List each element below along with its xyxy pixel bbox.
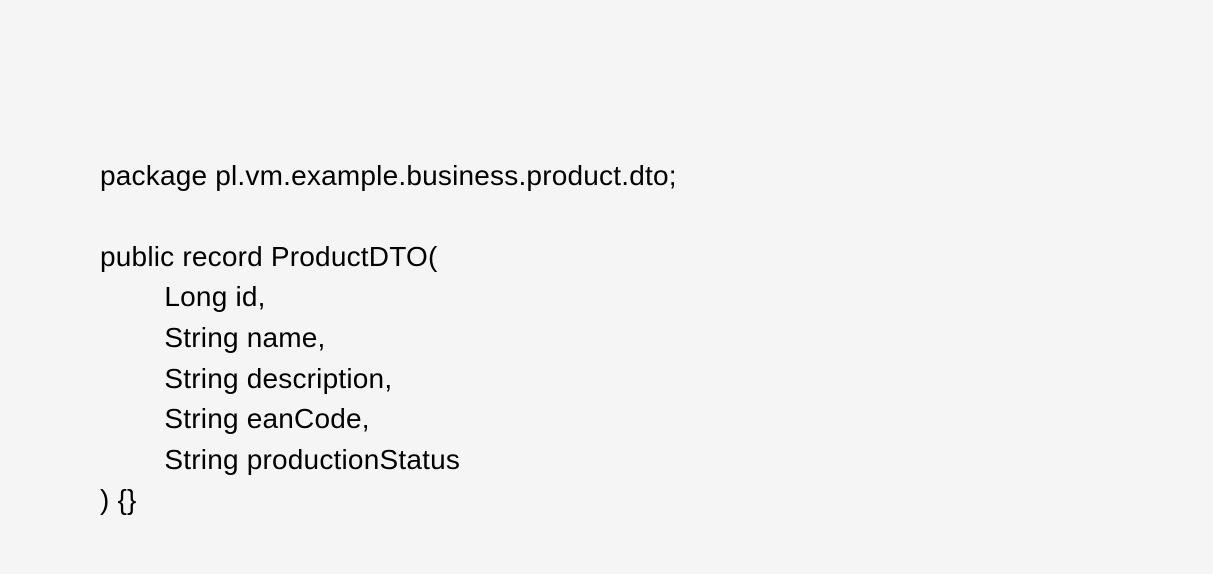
- code-line-6: String description,: [164, 363, 392, 394]
- code-line-1: package pl.vm.example.business.product.d…: [100, 160, 677, 191]
- code-line-3: public record ProductDTO(: [100, 241, 438, 272]
- code-line-8: String productionStatus: [164, 444, 460, 475]
- code-line-9: ) {}: [100, 484, 137, 515]
- code-line-4: Long id,: [164, 281, 265, 312]
- code-line-7: String eanCode,: [164, 403, 369, 434]
- code-line-5: String name,: [164, 322, 325, 353]
- code-snippet: package pl.vm.example.business.product.d…: [100, 115, 1113, 521]
